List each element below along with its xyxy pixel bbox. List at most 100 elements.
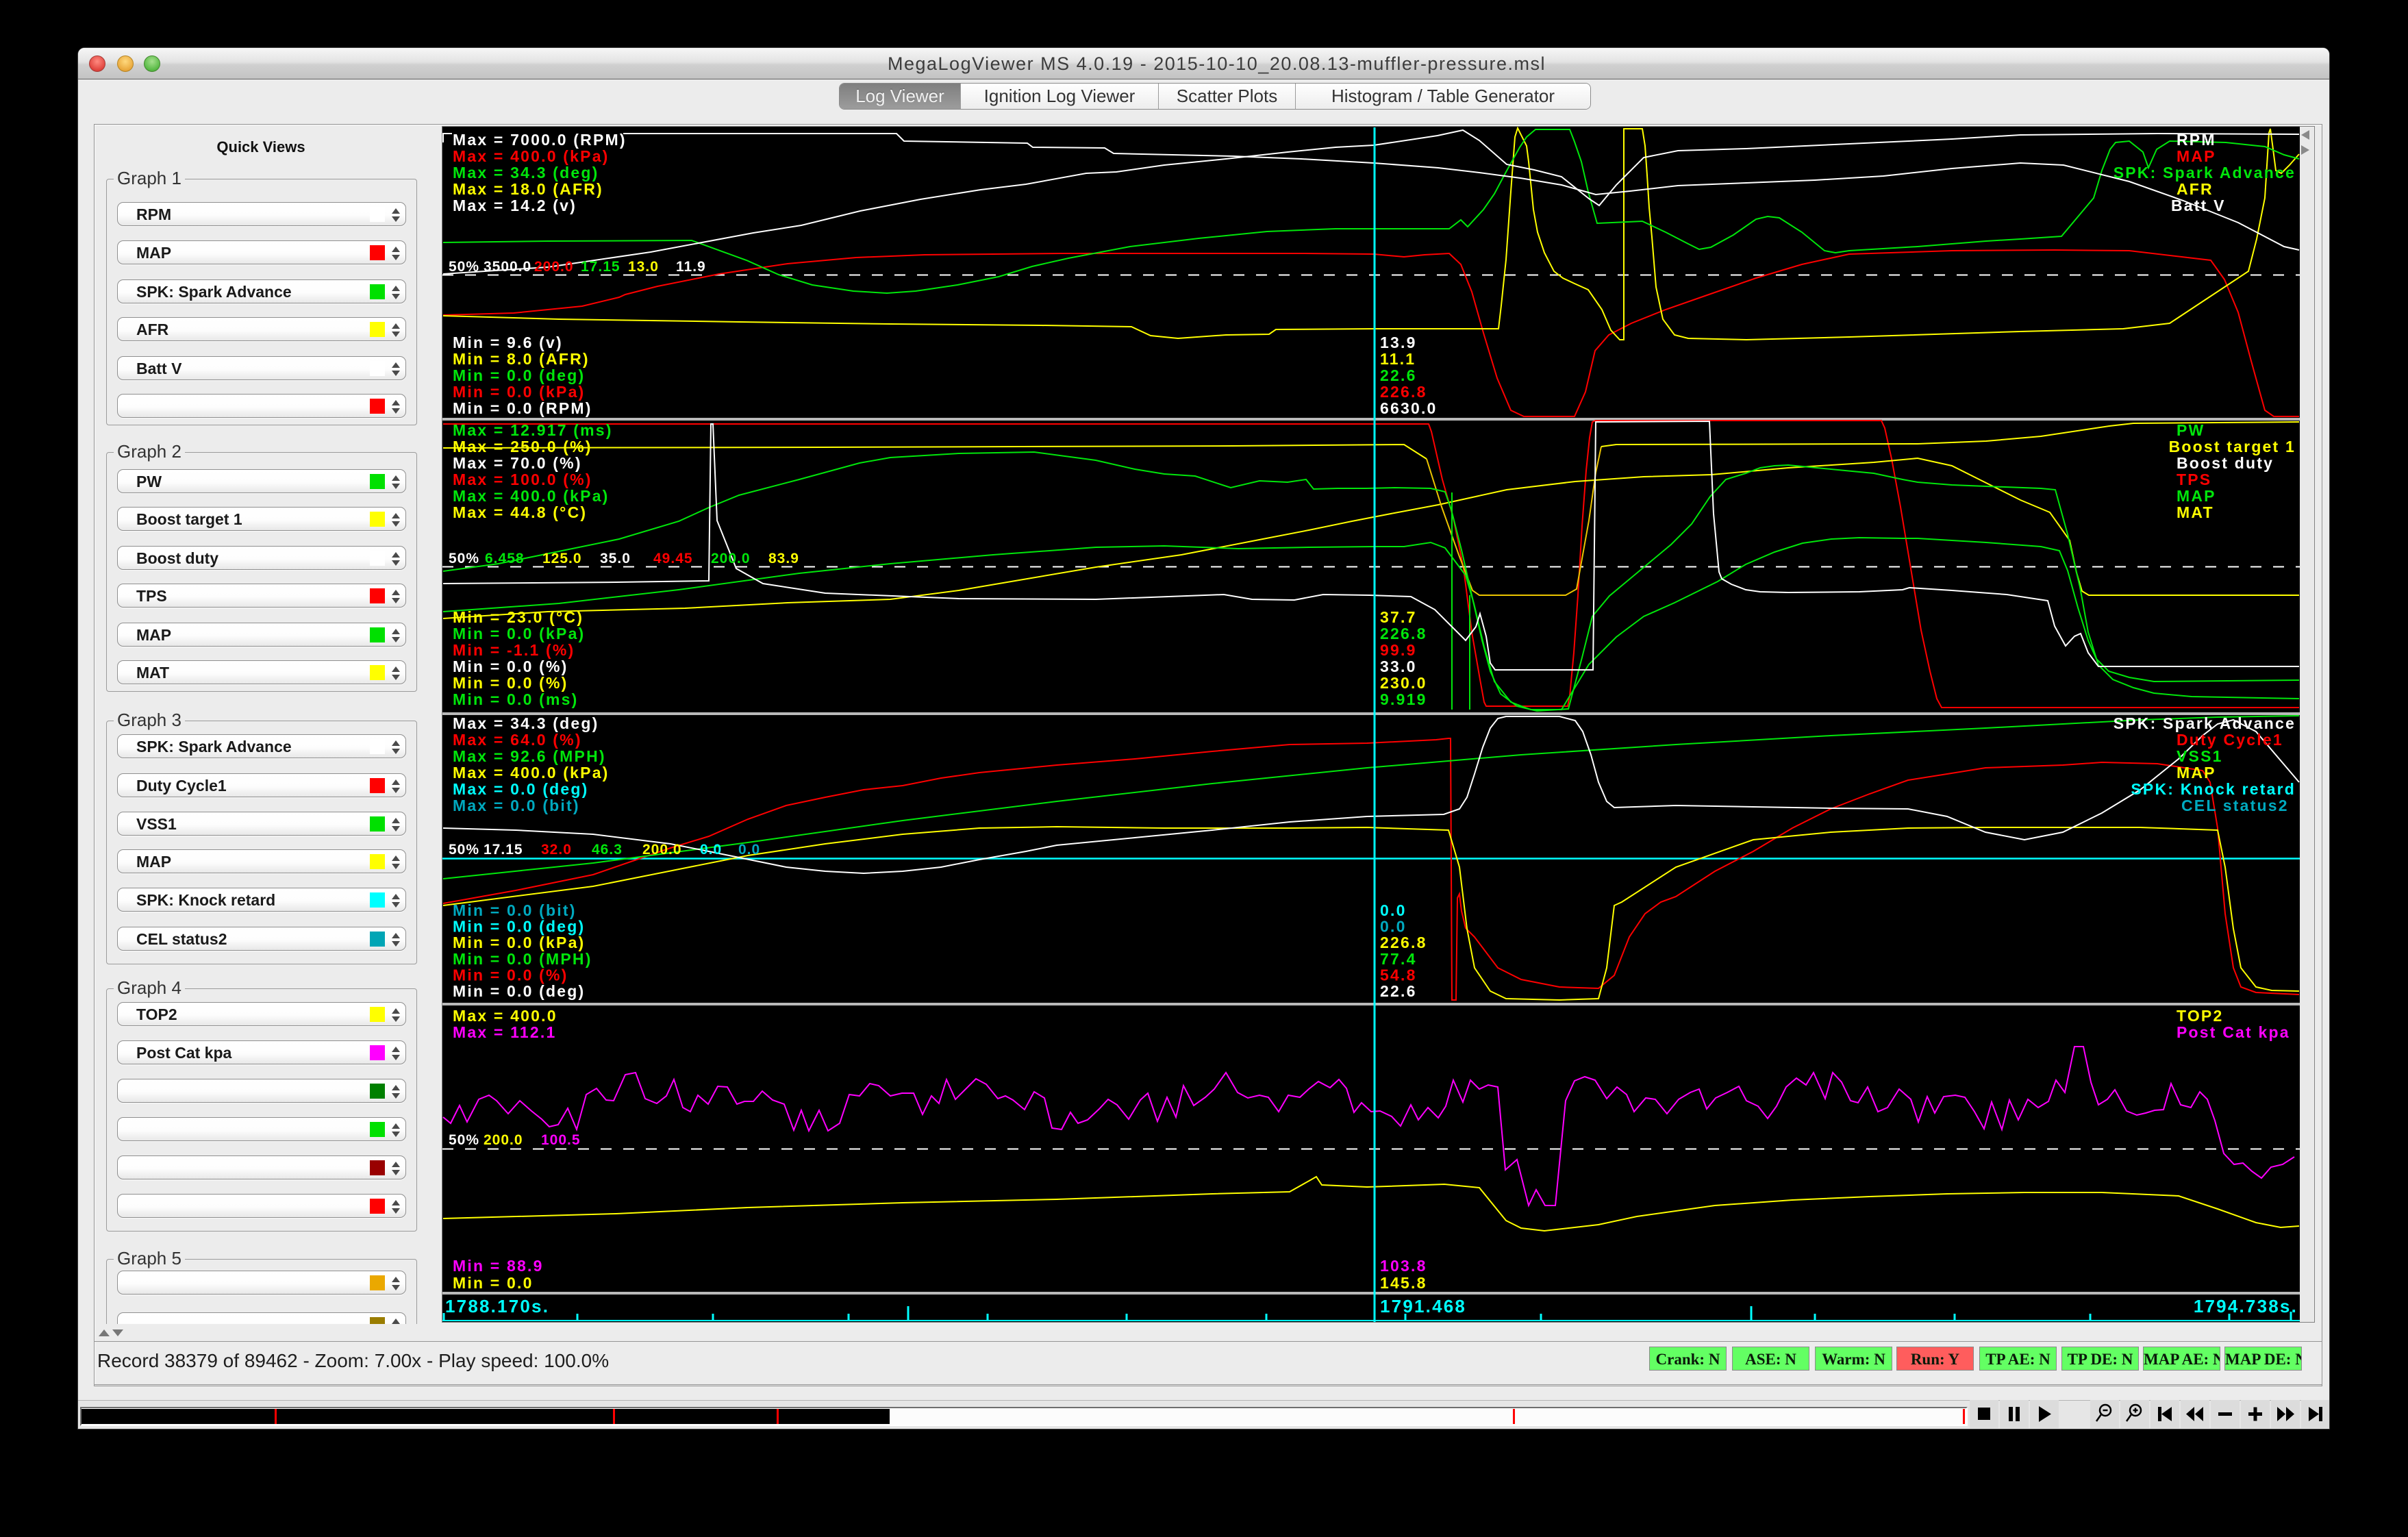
svg-text:1788.170s.: 1788.170s. bbox=[445, 1296, 549, 1316]
svg-text:3500.0: 3500.0 bbox=[484, 259, 531, 275]
svg-text:Min = 0.0 (ms): Min = 0.0 (ms) bbox=[453, 690, 579, 708]
svg-text:226.8: 226.8 bbox=[1380, 383, 1427, 401]
svg-text:Max = 400.0 (kPa): Max = 400.0 (kPa) bbox=[453, 487, 610, 505]
svg-text:17.15: 17.15 bbox=[581, 259, 620, 275]
svg-text:Min = 0.0 (deg): Min = 0.0 (deg) bbox=[453, 982, 585, 1000]
svg-text:Max = 18.0 (AFR): Max = 18.0 (AFR) bbox=[453, 180, 603, 198]
svg-text:Max = 44.8 (°C): Max = 44.8 (°C) bbox=[453, 503, 587, 521]
svg-text:Min = 0.0 (kPa): Min = 0.0 (kPa) bbox=[453, 934, 585, 951]
svg-text:125.0: 125.0 bbox=[542, 551, 582, 566]
svg-text:Max = 250.0 (%): Max = 250.0 (%) bbox=[453, 438, 592, 455]
svg-text:Max = 92.6 (MPH): Max = 92.6 (MPH) bbox=[453, 747, 606, 765]
svg-text:Min = 0.0 (deg): Min = 0.0 (deg) bbox=[453, 366, 585, 384]
svg-text:Boost target 1: Boost target 1 bbox=[2169, 438, 2296, 455]
svg-text:230.0: 230.0 bbox=[1380, 674, 1427, 692]
svg-text:35.0: 35.0 bbox=[600, 551, 631, 566]
svg-text:37.7: 37.7 bbox=[1380, 608, 1417, 626]
svg-text:22.6: 22.6 bbox=[1380, 982, 1417, 1000]
svg-text:Duty Cycle1: Duty Cycle1 bbox=[2177, 731, 2283, 749]
svg-text:1794.738s.: 1794.738s. bbox=[2194, 1296, 2298, 1316]
svg-text:200.0: 200.0 bbox=[642, 842, 682, 858]
svg-text:Batt V: Batt V bbox=[2171, 197, 2226, 214]
svg-text:Max = 112.1: Max = 112.1 bbox=[453, 1023, 556, 1041]
svg-text:226.8: 226.8 bbox=[1380, 625, 1427, 642]
svg-text:SPK: Knock retard: SPK: Knock retard bbox=[2131, 780, 2296, 798]
svg-text:Max = 34.3 (deg): Max = 34.3 (deg) bbox=[453, 164, 599, 182]
svg-text:Max = 12.917 (ms): Max = 12.917 (ms) bbox=[453, 421, 613, 439]
svg-text:50%: 50% bbox=[449, 1132, 479, 1148]
svg-text:145.8: 145.8 bbox=[1380, 1274, 1427, 1292]
svg-text:Min = 0.0 (MPH): Min = 0.0 (MPH) bbox=[453, 950, 592, 968]
svg-text:200.0: 200.0 bbox=[484, 1132, 523, 1148]
svg-text:200.0: 200.0 bbox=[534, 259, 574, 275]
svg-text:Max = 0.0 (deg): Max = 0.0 (deg) bbox=[453, 780, 589, 798]
svg-text:PW: PW bbox=[2177, 421, 2205, 439]
svg-text:Min = 88.9: Min = 88.9 bbox=[453, 1257, 544, 1275]
svg-text:33.0: 33.0 bbox=[1380, 658, 1417, 675]
svg-text:50%: 50% bbox=[449, 842, 479, 858]
svg-text:54.8: 54.8 bbox=[1380, 966, 1417, 984]
svg-text:Min = 0.0 (%): Min = 0.0 (%) bbox=[453, 674, 568, 692]
svg-text:MAP: MAP bbox=[2177, 487, 2216, 505]
svg-text:0.0: 0.0 bbox=[1380, 901, 1407, 919]
svg-text:Max = 400.0 (kPa): Max = 400.0 (kPa) bbox=[453, 764, 610, 782]
svg-text:Min = 0.0 (kPa): Min = 0.0 (kPa) bbox=[453, 383, 585, 401]
svg-text:17.15: 17.15 bbox=[484, 842, 523, 858]
svg-text:50%: 50% bbox=[449, 259, 479, 275]
svg-text:103.8: 103.8 bbox=[1380, 1257, 1427, 1275]
svg-text:Max = 400.0: Max = 400.0 bbox=[453, 1007, 557, 1025]
svg-text:226.8: 226.8 bbox=[1380, 934, 1427, 951]
svg-text:Min = 0.0 (%): Min = 0.0 (%) bbox=[453, 966, 568, 984]
svg-text:MAP: MAP bbox=[2177, 147, 2216, 165]
svg-text:MAT: MAT bbox=[2177, 503, 2214, 521]
svg-text:Min = 0.0: Min = 0.0 bbox=[453, 1274, 534, 1292]
svg-text:Min = 23.0 (°C): Min = 23.0 (°C) bbox=[453, 608, 584, 626]
svg-text:Min = -1.1 (%): Min = -1.1 (%) bbox=[453, 641, 575, 659]
svg-text:49.45: 49.45 bbox=[653, 551, 693, 566]
svg-text:Max = 70.0 (%): Max = 70.0 (%) bbox=[453, 454, 582, 472]
svg-text:50%: 50% bbox=[449, 551, 479, 566]
svg-text:TOP2: TOP2 bbox=[2177, 1007, 2223, 1025]
svg-text:100.5: 100.5 bbox=[541, 1132, 581, 1148]
svg-text:SPK: Spark Advance: SPK: Spark Advance bbox=[2114, 164, 2296, 182]
svg-text:1791.468: 1791.468 bbox=[1380, 1296, 1466, 1316]
svg-text:Max = 100.0 (%): Max = 100.0 (%) bbox=[453, 471, 592, 488]
svg-text:VSS1: VSS1 bbox=[2177, 747, 2223, 765]
svg-text:46.3: 46.3 bbox=[592, 842, 623, 858]
svg-text:TPS: TPS bbox=[2177, 471, 2211, 488]
svg-text:Min = 8.0 (AFR): Min = 8.0 (AFR) bbox=[453, 350, 590, 368]
svg-text:Min = 0.0 (RPM): Min = 0.0 (RPM) bbox=[453, 399, 592, 417]
svg-text:13.0: 13.0 bbox=[628, 259, 659, 275]
svg-text:SPK: Spark Advance: SPK: Spark Advance bbox=[2114, 714, 2296, 732]
svg-text:13.9: 13.9 bbox=[1380, 334, 1417, 351]
svg-text:Post Cat kpa: Post Cat kpa bbox=[2177, 1023, 2290, 1041]
svg-text:11.9: 11.9 bbox=[676, 259, 706, 275]
svg-text:0.0: 0.0 bbox=[738, 842, 760, 858]
svg-text:Max = 7000.0 (RPM): Max = 7000.0 (RPM) bbox=[453, 131, 627, 149]
svg-text:Min = 0.0 (bit): Min = 0.0 (bit) bbox=[453, 901, 577, 919]
svg-text:22.6: 22.6 bbox=[1380, 366, 1417, 384]
svg-text:AFR: AFR bbox=[2177, 180, 2213, 198]
svg-text:Min = 9.6 (v): Min = 9.6 (v) bbox=[453, 334, 563, 351]
svg-text:RPM: RPM bbox=[2177, 131, 2216, 149]
svg-text:Max = 14.2 (v): Max = 14.2 (v) bbox=[453, 197, 577, 214]
svg-text:11.1: 11.1 bbox=[1380, 350, 1416, 368]
svg-text:Min = 0.0 (kPa): Min = 0.0 (kPa) bbox=[453, 625, 585, 642]
svg-text:32.0: 32.0 bbox=[541, 842, 572, 858]
svg-text:Max = 0.0 (bit): Max = 0.0 (bit) bbox=[453, 797, 580, 814]
svg-text:Min = 0.0 (%): Min = 0.0 (%) bbox=[453, 658, 568, 675]
svg-text:0.0: 0.0 bbox=[700, 842, 722, 858]
svg-text:Max = 34.3 (deg): Max = 34.3 (deg) bbox=[453, 714, 599, 732]
svg-text:0.0: 0.0 bbox=[1380, 918, 1407, 936]
svg-text:99.9: 99.9 bbox=[1380, 641, 1417, 659]
svg-text:MAP: MAP bbox=[2177, 764, 2216, 782]
svg-text:6.458: 6.458 bbox=[485, 551, 525, 566]
svg-text:9.919: 9.919 bbox=[1380, 690, 1427, 708]
svg-text:Max = 400.0 (kPa): Max = 400.0 (kPa) bbox=[453, 147, 610, 165]
svg-text:6630.0: 6630.0 bbox=[1380, 399, 1438, 417]
svg-text:CEL status2: CEL status2 bbox=[2181, 797, 2289, 814]
svg-text:83.9: 83.9 bbox=[768, 551, 799, 566]
svg-text:Min = 0.0 (deg): Min = 0.0 (deg) bbox=[453, 918, 585, 936]
svg-text:200.0: 200.0 bbox=[711, 551, 751, 566]
svg-text:77.4: 77.4 bbox=[1380, 950, 1417, 968]
